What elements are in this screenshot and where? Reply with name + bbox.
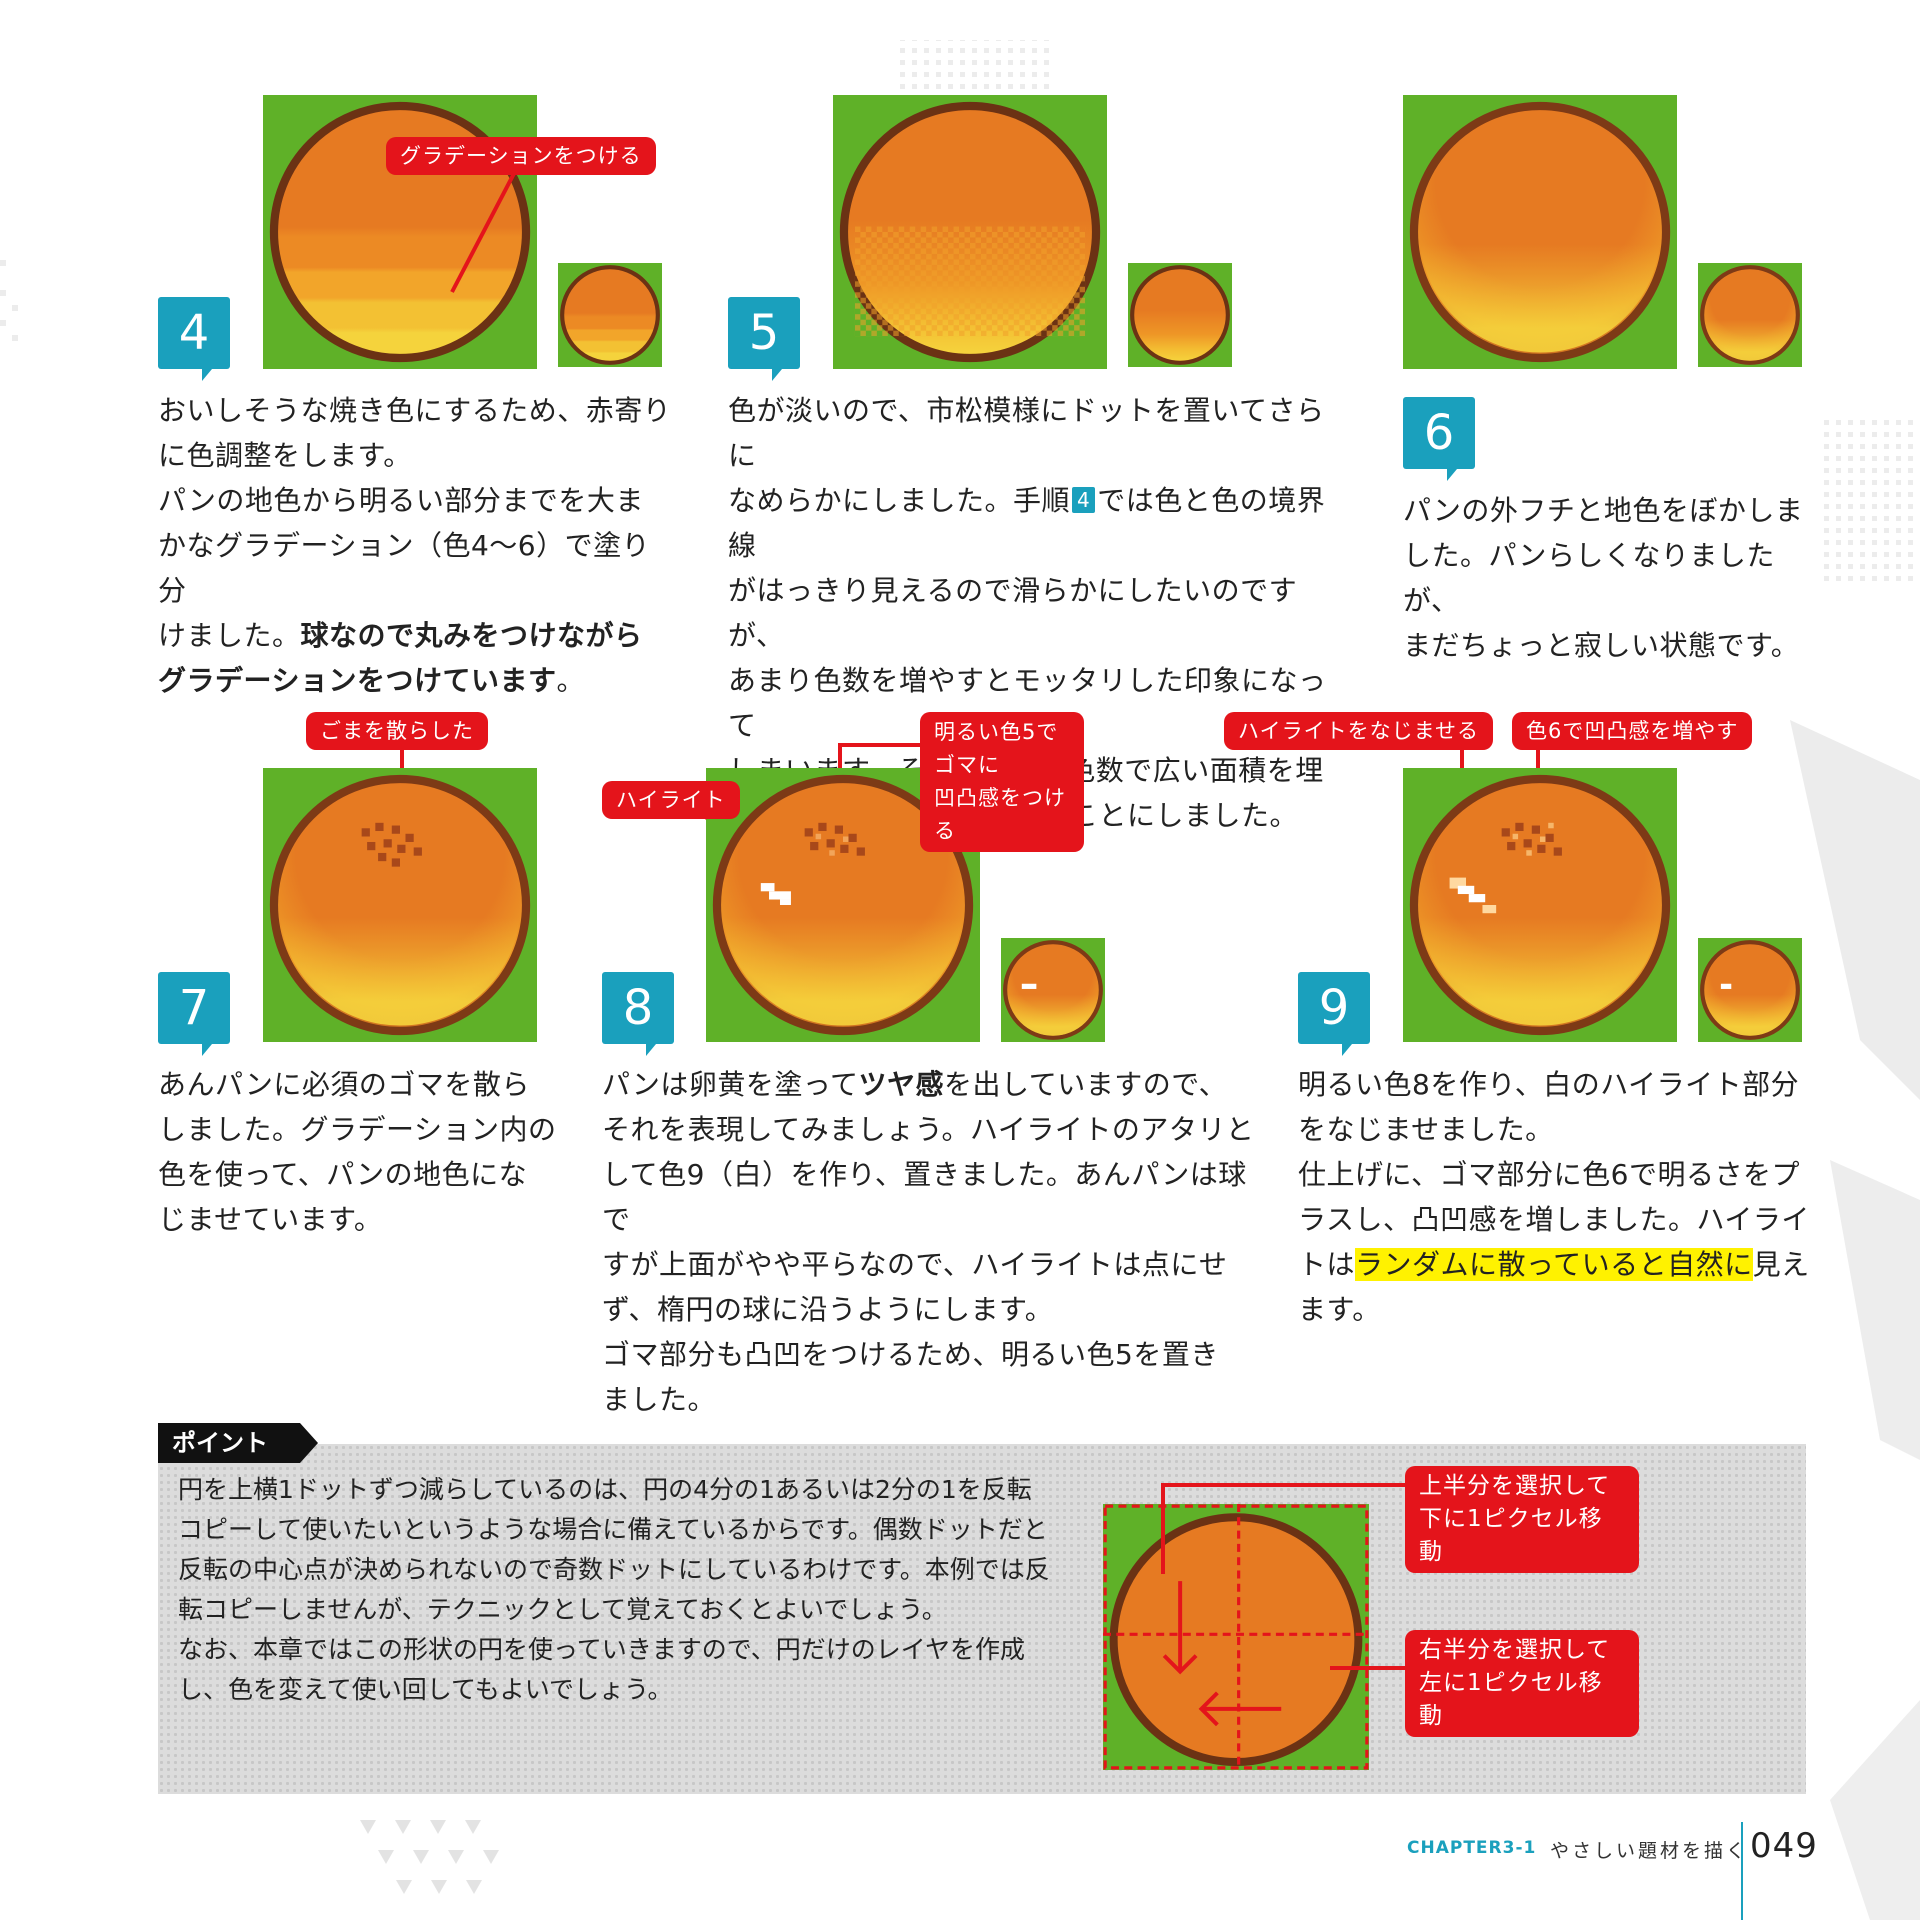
- page-number: 049: [1750, 1826, 1818, 1866]
- footer-divider: [1741, 1822, 1743, 1920]
- callout-top-half-move: 上半分を選択して 下に1ピクセル移動: [1405, 1466, 1639, 1573]
- callout-right-half-move: 右半分を選択して 左に1ピクセル移動: [1405, 1630, 1639, 1737]
- footer-chapter: CHAPTER3-1: [1407, 1838, 1537, 1858]
- footer-section-title: やさしい題材を描く: [1550, 1840, 1749, 1862]
